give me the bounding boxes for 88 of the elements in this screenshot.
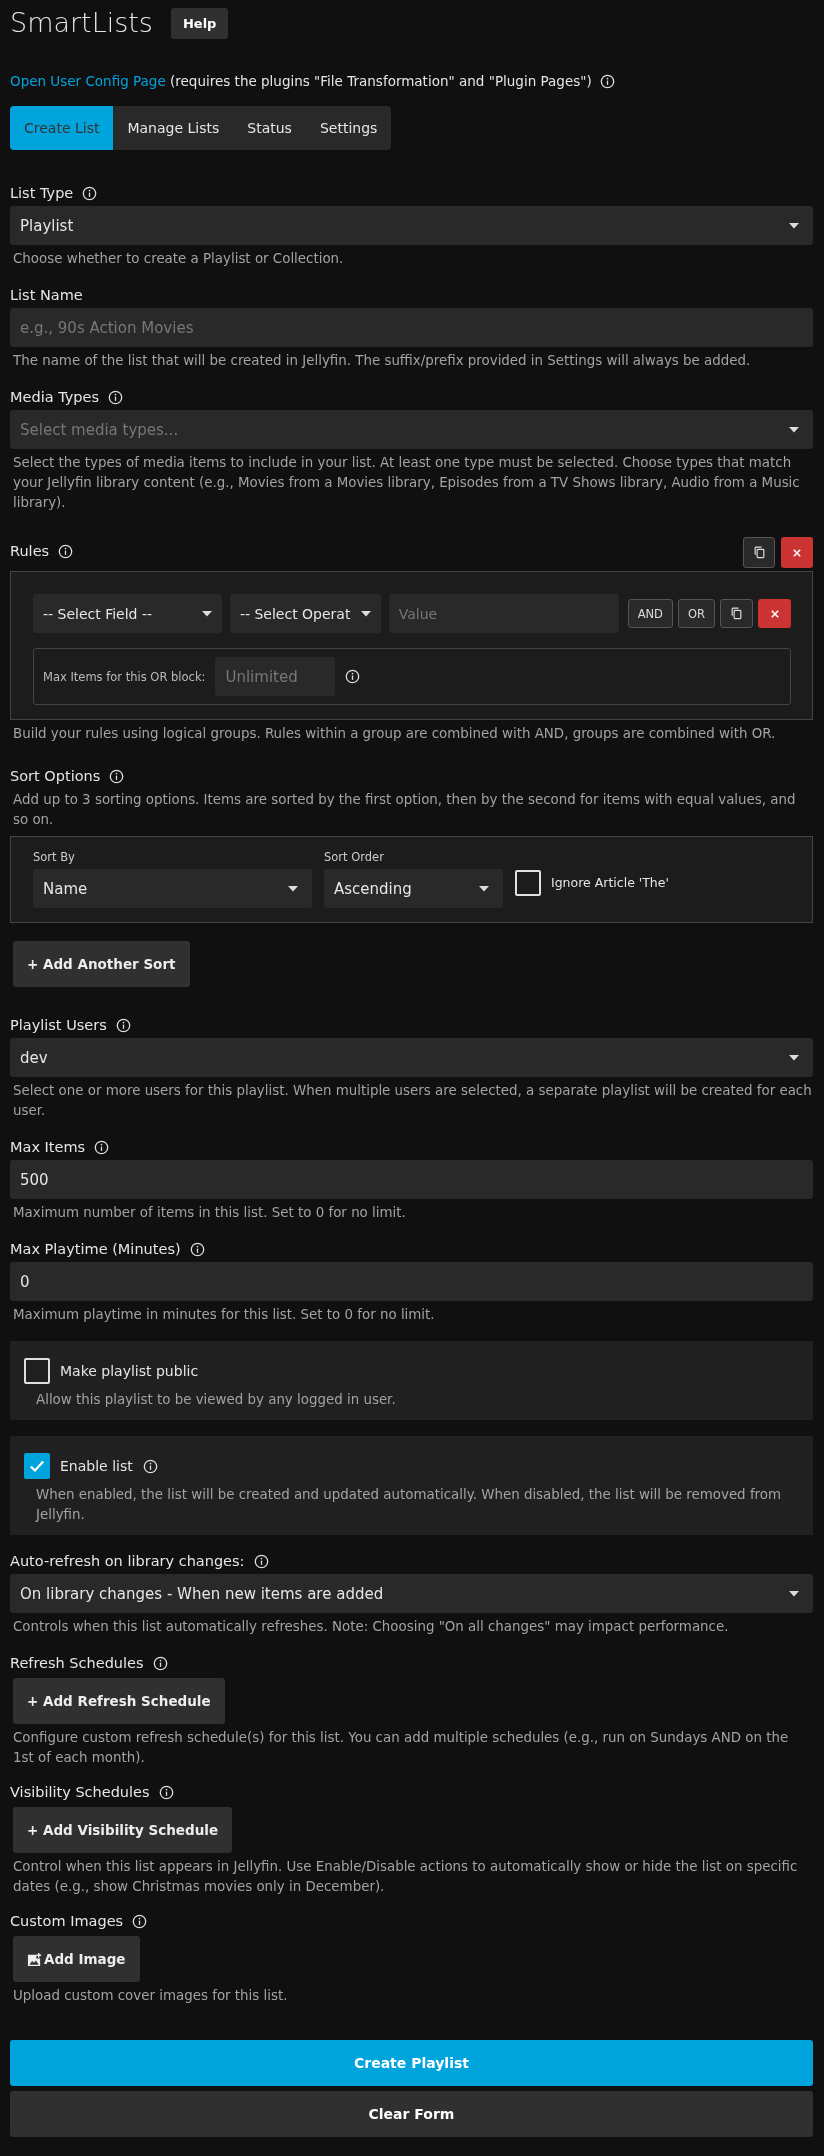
- help-text: When enabled, the list will be created and updated automatically. When disabled, the list will be removed from Jellyfin.: [34, 1486, 783, 1524]
- help-text: The name of the list that will be created in Jellyfin. The suffix/prefix provided in Settings will always be added.: [12, 352, 752, 370]
- info-icon[interactable]: [109, 768, 125, 784]
- field-label: Rules: [10, 542, 50, 561]
- tab[interactable]: Create List: [10, 106, 114, 150]
- copy-icon: [753, 546, 765, 559]
- copy-rule-button[interactable]: [720, 599, 753, 628]
- checkbox[interactable]: [24, 1453, 50, 1479]
- select-field[interactable]: Name: [33, 869, 312, 908]
- info-icon[interactable]: [115, 1017, 131, 1033]
- help-text: Upload custom cover images for this list.: [12, 1987, 289, 2005]
- field-label: Sort Options: [10, 767, 101, 786]
- select-field[interactable]: dev: [10, 1038, 813, 1077]
- input-field[interactable]: 0: [10, 1262, 813, 1301]
- info-icon[interactable]: [58, 543, 74, 559]
- clear-button[interactable]: Clear Form: [10, 2091, 813, 2137]
- field-label: List Type: [10, 184, 74, 203]
- help-button[interactable]: Help: [170, 7, 229, 39]
- copy-group-button[interactable]: [743, 537, 775, 568]
- add-button[interactable]: Add Image: [13, 1936, 140, 1982]
- sort-order-label: Sort Order: [324, 849, 385, 865]
- close-icon: [770, 609, 779, 618]
- add-button[interactable]: + Add Refresh Schedule: [13, 1678, 225, 1724]
- select-field[interactable]: -- Select Field --: [33, 594, 222, 633]
- help-text: Maximum number of items in this list. Set to 0 for no limit.: [12, 1204, 407, 1222]
- logic-button[interactable]: OR: [677, 599, 715, 628]
- field-label: Playlist Users: [10, 1016, 107, 1035]
- sort-by-label: Sort By: [33, 849, 76, 865]
- logic-button[interactable]: AND: [627, 599, 673, 628]
- info-icon[interactable]: [158, 1784, 174, 1800]
- input-field[interactable]: 500: [10, 1160, 813, 1199]
- add-button[interactable]: + Add Visibility Schedule: [13, 1807, 233, 1853]
- field-label: Auto-refresh on library changes:: [10, 1552, 245, 1571]
- select-field[interactable]: -- Select Operat: [229, 594, 381, 633]
- caret-icon: [789, 1590, 799, 1597]
- info-icon[interactable]: [142, 1458, 158, 1474]
- checkbox-label: Ignore Article 'The': [551, 875, 669, 890]
- tab[interactable]: Manage Lists: [113, 106, 234, 150]
- help-text: Build your rules using logical groups. Rules within a group are combined with AND, groups are combined with OR.: [12, 725, 777, 743]
- page-title: SmartLists: [10, 7, 153, 39]
- field-label: Max Items: [10, 1138, 86, 1157]
- delete-rule-button[interactable]: [758, 599, 791, 628]
- select-field[interactable]: Ascending: [324, 869, 503, 908]
- field-label: Max Playtime (Minutes): [10, 1240, 181, 1259]
- field-label: List Name: [10, 286, 83, 305]
- caret-icon: [789, 426, 799, 433]
- help-text: Configure custom refresh schedule(s) for this list. You can add multiple schedules (e.g., run on Sundays AND on the 1st of each month).: [12, 1729, 790, 1767]
- add-sort-button[interactable]: + Add Another Sort: [13, 941, 190, 987]
- info-icon[interactable]: [132, 1913, 148, 1929]
- help-text: Select one or more users for this playlist. When multiple users are selected, a separate playlist will be created for each user.: [12, 1082, 813, 1120]
- config-note: Open User Config Page (requires the plugins "File Transformation" and "Plugin Pages"): [10, 72, 592, 91]
- help-text: Control when this list appears in Jellyfin. Use Enable/Disable actions to automatically show or hide the list on specific dates (e.g., show Christmas movies only in December).: [12, 1858, 799, 1896]
- info-icon[interactable]: [94, 1139, 110, 1155]
- help-text: Allow this playlist to be viewed by any logged in user.: [35, 1391, 397, 1409]
- caret-icon: [479, 885, 489, 892]
- delete-group-button[interactable]: [781, 537, 813, 568]
- field-label: Custom Images: [10, 1912, 124, 1931]
- help-text: Select the types of media items to include in your list. At least one type must be selected. Choose types that match your Jellyfin library content (e.g., Movies from a Movies library, Episodes from a TV Shows library, Audio from a Music library).: [12, 454, 801, 512]
- info-icon[interactable]: [345, 669, 361, 684]
- config-link[interactable]: Open User Config Page: [10, 73, 166, 89]
- checkbox-label: Make playlist public: [60, 1362, 199, 1381]
- select-field[interactable]: Playlist: [10, 206, 813, 245]
- tab[interactable]: Settings: [305, 106, 392, 150]
- field-label: Media Types: [10, 388, 100, 407]
- info-icon[interactable]: [108, 389, 124, 405]
- caret-icon: [201, 610, 212, 617]
- field-label: Refresh Schedules: [10, 1654, 144, 1673]
- info-icon[interactable]: [599, 73, 615, 89]
- caret-icon: [789, 1054, 799, 1061]
- help-text: Choose whether to create a Playlist or Collection.: [12, 250, 345, 268]
- info-icon[interactable]: [253, 1553, 269, 1569]
- caret-icon: [789, 222, 799, 229]
- image-add-icon: [27, 1951, 42, 1967]
- max-items-label: Max Items for this OR block:: [43, 669, 206, 684]
- info-icon[interactable]: [82, 185, 98, 201]
- select-field[interactable]: On library changes - When new items are added: [10, 1574, 813, 1613]
- info-icon[interactable]: [189, 1241, 205, 1257]
- checkbox-label: Enable list: [60, 1457, 133, 1476]
- help-text: Add up to 3 sorting options. Items are sorted by the first option, then by the second for items with equal values, and so on.: [12, 791, 797, 829]
- help-text: Controls when this list automatically refreshes. Note: Choosing "On all changes" may impact performance.: [12, 1618, 730, 1636]
- field-label: Visibility Schedules: [10, 1783, 150, 1802]
- copy-icon: [731, 607, 742, 620]
- caret-icon: [360, 610, 371, 617]
- help-text: Maximum playtime in minutes for this list. Set to 0 for no limit.: [12, 1306, 436, 1324]
- info-icon[interactable]: [152, 1655, 168, 1671]
- tab[interactable]: Status: [233, 106, 306, 150]
- caret-icon: [288, 885, 298, 892]
- close-icon: [793, 548, 801, 557]
